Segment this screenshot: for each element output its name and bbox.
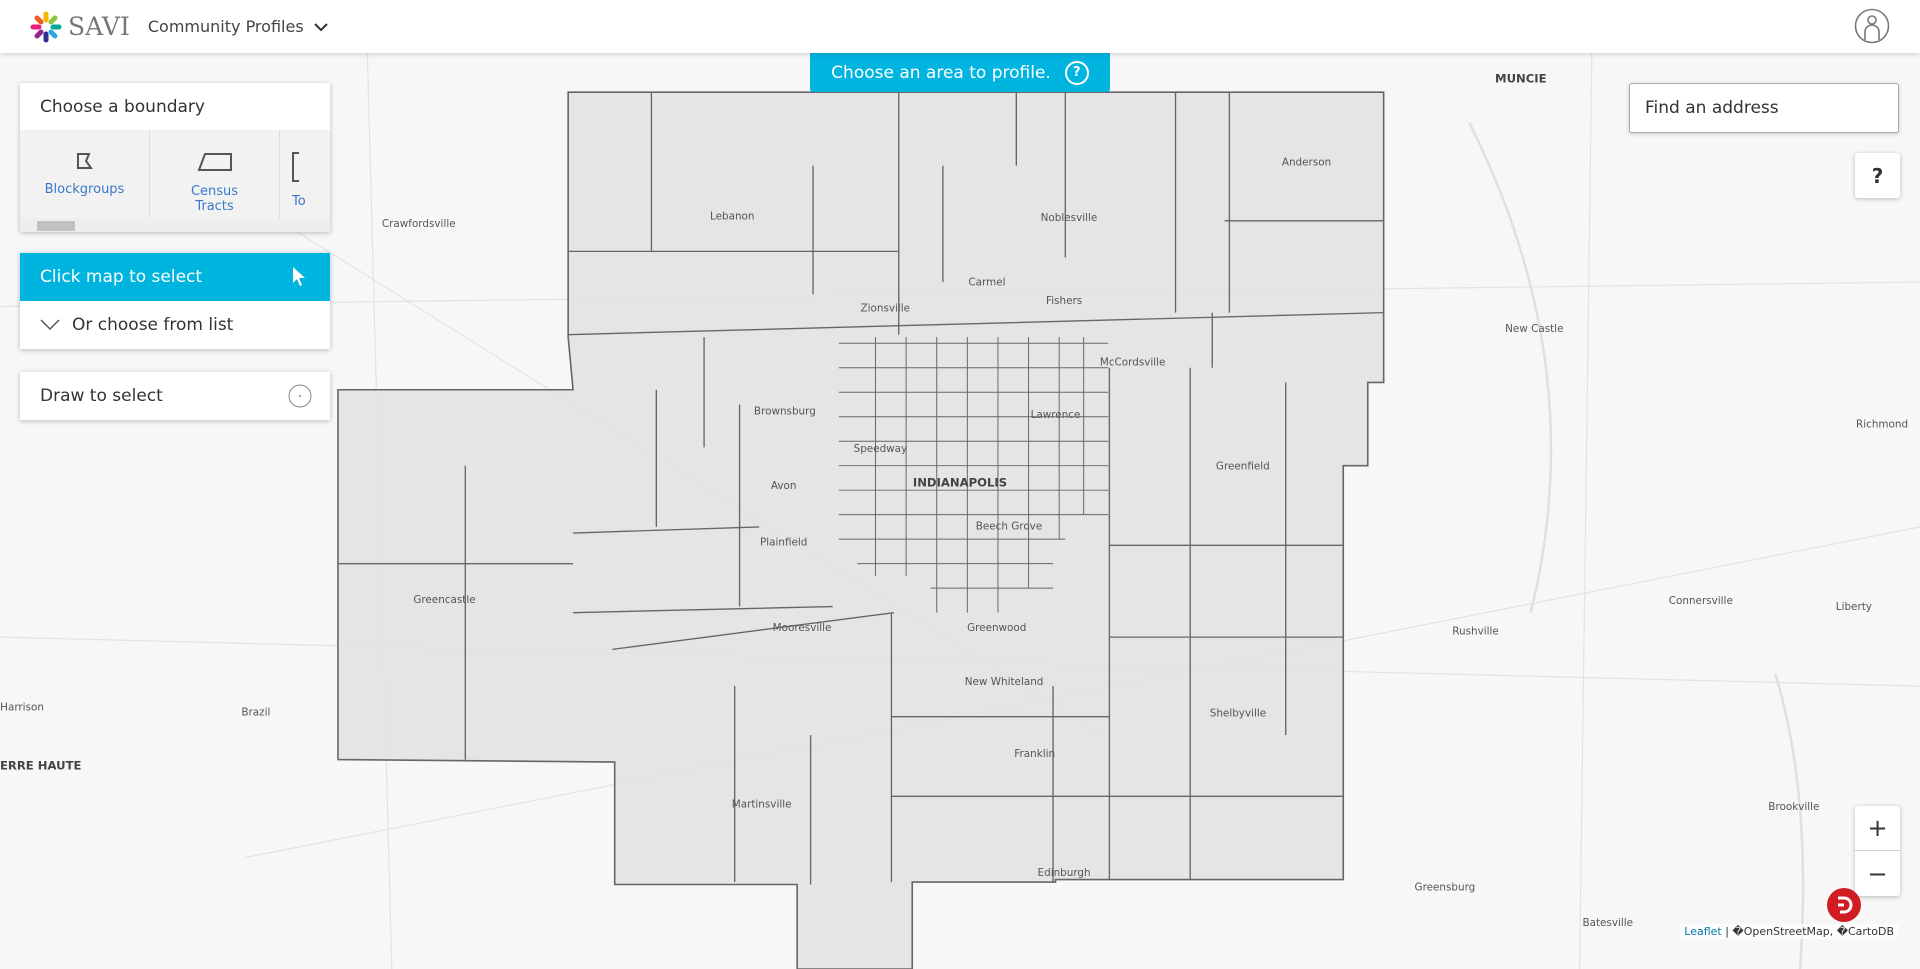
help-circle-icon[interactable]: ? — [1064, 60, 1089, 85]
place-label: Anderson — [1282, 157, 1331, 169]
place-label: Batesville — [1582, 917, 1633, 929]
place-label: Connersville — [1669, 595, 1733, 607]
leaflet-link[interactable]: Leaflet — [1684, 925, 1721, 938]
option-label: Census Tracts — [190, 184, 239, 214]
boundary-option-townships[interactable]: To — [280, 130, 330, 218]
place-label: Plainfield — [760, 536, 807, 548]
boundary-title: Choose a boundary — [40, 96, 205, 117]
place-label: Greensburg — [1415, 882, 1476, 894]
draw-to-select-button[interactable]: Draw to select — [20, 372, 330, 420]
tract-icon — [197, 153, 232, 171]
place-label: Mooresville — [773, 622, 832, 634]
place-label: Noblesville — [1041, 212, 1098, 224]
township-icon — [292, 152, 299, 182]
attribution-text: �OpenStreetMap, �CartoDB — [1732, 925, 1894, 938]
place-label: Zionsville — [861, 302, 911, 314]
place-label: Edinburgh — [1038, 867, 1091, 879]
draw-circle-icon — [288, 384, 312, 408]
place-label: Beech Grove — [976, 520, 1043, 532]
attribution-separator: | — [1721, 925, 1733, 938]
boundary-option-blockgroups[interactable]: Blockgroups — [20, 130, 150, 218]
place-label: Avon — [771, 480, 797, 492]
place-label: McCordsville — [1100, 356, 1166, 368]
app-header: SAVI Community Profiles — [0, 0, 1920, 53]
chevron-down-icon — [40, 319, 60, 331]
place-label: New Whiteland — [965, 676, 1044, 688]
zoom-control: + − — [1855, 806, 1900, 896]
community-profiles-menu[interactable]: Community Profiles — [148, 17, 328, 36]
blockgroup-icon — [76, 153, 93, 169]
banner-text: Choose an area to profile. — [831, 62, 1051, 83]
place-label: Greencastle — [413, 594, 475, 606]
red-logo-icon[interactable] — [1827, 888, 1861, 922]
place-label: New Castle — [1505, 323, 1563, 335]
place-label: Shelbyville — [1210, 708, 1266, 720]
place-label: Franklin — [1014, 748, 1055, 760]
place-label: Martinsville — [732, 798, 792, 810]
place-label: Harrison — [0, 702, 44, 714]
choose-list-label: Or choose from list — [72, 315, 234, 335]
place-label: Brazil — [241, 707, 270, 719]
place-label: MUNCIE — [1495, 71, 1547, 85]
zoom-in-button[interactable]: + — [1855, 806, 1900, 851]
scrollbar-thumb[interactable] — [37, 221, 75, 231]
select-panel: Click map to select Or choose from list — [20, 253, 330, 349]
place-label: Greenwood — [967, 622, 1026, 634]
place-label: Fishers — [1046, 295, 1082, 307]
cursor-icon — [293, 267, 305, 286]
option-label: Blockgroups — [44, 182, 125, 197]
attribution: Leaflet | �OpenStreetMap, �CartoDB — [1680, 924, 1898, 939]
zoom-out-button[interactable]: − — [1855, 851, 1900, 896]
boundary-panel: Choose a boundary Blockgroups Census Tra… — [20, 83, 330, 232]
horizontal-scrollbar[interactable] — [20, 218, 330, 232]
draw-label: Draw to select — [40, 386, 163, 406]
user-icon[interactable] — [1854, 8, 1890, 44]
option-label: To — [292, 194, 306, 209]
place-label: Richmond — [1856, 419, 1908, 431]
choose-from-list-button[interactable]: Or choose from list — [20, 301, 330, 349]
boundary-options: Blockgroups Census Tracts To — [20, 130, 330, 218]
menu-label: Community Profiles — [147, 17, 304, 36]
place-label: Speedway — [854, 443, 908, 455]
place-label: Crawfordsville — [382, 218, 456, 230]
place-label: Carmel — [968, 277, 1005, 289]
help-button[interactable]: ? — [1855, 153, 1900, 198]
draw-panel: Draw to select — [20, 372, 330, 420]
brand-name: SAVI — [68, 12, 130, 41]
place-label: Brownsburg — [754, 405, 816, 417]
click-map-label: Click map to select — [40, 267, 203, 287]
choose-area-banner: Choose an area to profile. ? — [810, 53, 1110, 92]
place-label: Brookville — [1768, 801, 1819, 813]
address-search-input[interactable] — [1629, 83, 1899, 133]
place-label: Lawrence — [1031, 409, 1081, 421]
place-label: Lebanon — [710, 211, 754, 223]
place-label: Rushville — [1452, 626, 1499, 638]
chevron-down-icon — [313, 22, 328, 31]
region-outline[interactable] — [337, 91, 1385, 969]
place-label: TERRE HAUTE — [0, 758, 82, 772]
place-label: Greenfield — [1216, 460, 1270, 472]
place-label: Liberty — [1836, 601, 1872, 613]
place-label: INDIANAPOLIS — [913, 476, 1007, 490]
boundary-option-census-tracts[interactable]: Census Tracts — [150, 130, 280, 218]
savi-logo[interactable] — [30, 11, 62, 43]
click-map-select-button[interactable]: Click map to select — [20, 253, 330, 301]
